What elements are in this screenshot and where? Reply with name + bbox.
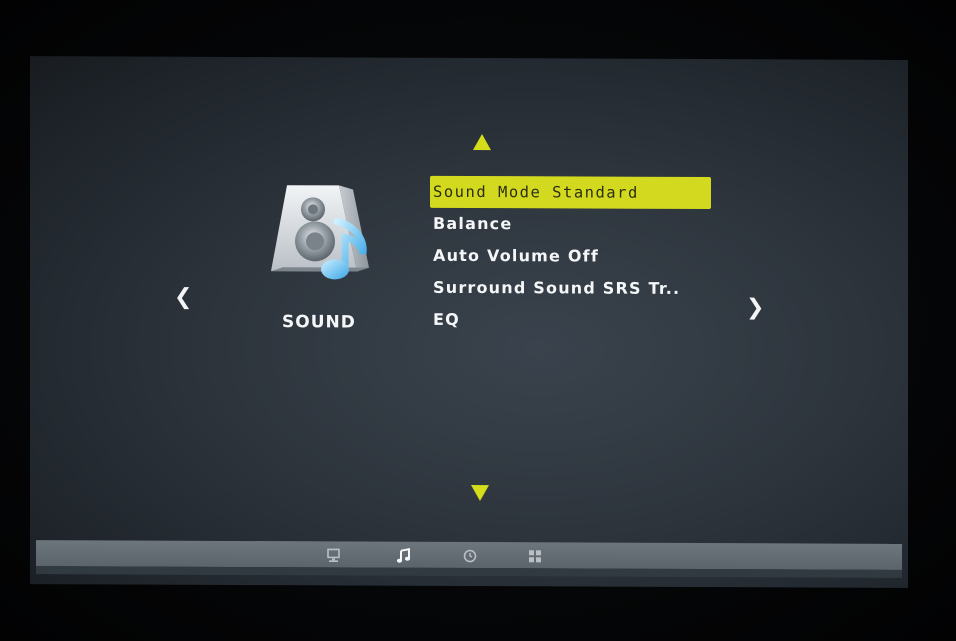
chevron-left-icon[interactable]: ❮ (174, 285, 192, 310)
menu-item-eq[interactable]: EQ (430, 304, 720, 337)
triangle-down-icon[interactable] (471, 485, 489, 502)
category-title: SOUND (282, 312, 356, 333)
tv-bezel: ❮ ❯ SOUND Sound Mode Standard Balance Au… (0, 0, 956, 641)
chevron-right-icon[interactable]: ❯ (746, 295, 764, 320)
tv-screen: ❮ ❯ SOUND Sound Mode Standard Balance Au… (30, 56, 908, 588)
menu-item-auto-volume[interactable]: Auto Volume Off (430, 240, 720, 273)
clock-icon[interactable] (462, 548, 478, 564)
menu-item-balance[interactable]: Balance (430, 208, 720, 241)
speaker-music-icon (265, 175, 377, 287)
music-note-icon[interactable] (396, 548, 412, 564)
monitor-icon[interactable] (326, 547, 342, 563)
triangle-up-icon[interactable] (473, 134, 491, 151)
sound-settings-menu: Sound Mode Standard Balance Auto Volume … (430, 175, 720, 337)
menu-item-sound-mode[interactable]: Sound Mode Standard (430, 175, 711, 210)
grid-icon[interactable] (527, 548, 543, 564)
menu-item-surround-sound[interactable]: Surround Sound SRS Tr.. (430, 272, 720, 305)
